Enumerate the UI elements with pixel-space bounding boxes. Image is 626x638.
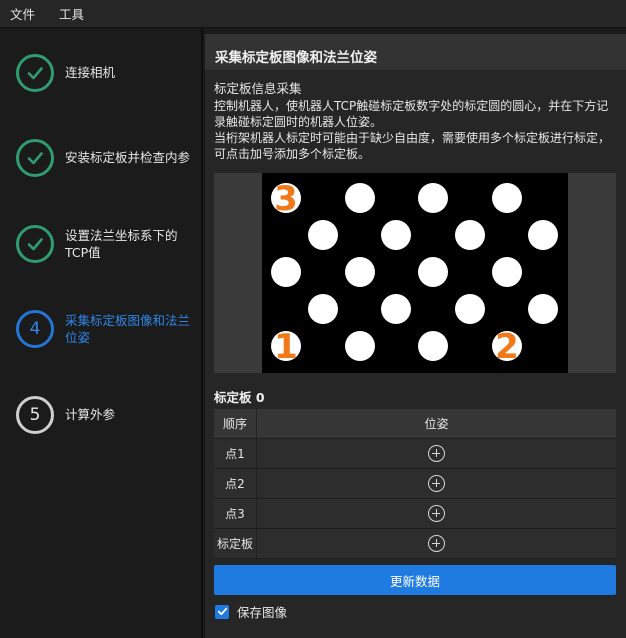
board-circle <box>455 294 485 324</box>
marker-label-1: 1 <box>274 327 298 367</box>
row-index: 标定板 <box>214 529 257 558</box>
step-done-icon <box>16 54 54 92</box>
row-index: 点2 <box>214 469 257 498</box>
table-row: 点2 <box>214 469 616 499</box>
add-pose-icon[interactable] <box>428 475 445 492</box>
board-circle <box>381 294 411 324</box>
panel-header: 采集标定板图像和法兰位姿 <box>205 28 626 70</box>
step-label: 计算外参 <box>65 407 116 422</box>
board-circle <box>418 183 448 213</box>
add-pose-icon[interactable] <box>428 445 445 462</box>
board-circle <box>418 257 448 287</box>
board-circle <box>308 294 338 324</box>
table-row: 点3 <box>214 499 616 529</box>
row-pose <box>257 439 616 468</box>
checkmark-icon <box>217 607 227 616</box>
table-row: 标定板 <box>214 529 616 559</box>
instructions: 控制机器人，使机器人TCP触碰标定板数字处的标定圆的圆心，并在下方记录触碰标定圆… <box>214 98 618 162</box>
save-image-label: 保存图像 <box>237 605 288 620</box>
board-circle <box>528 294 558 324</box>
step-label: 安装标定板并检查内参 <box>65 150 191 165</box>
add-pose-icon[interactable] <box>428 505 445 522</box>
section-label: 标定板信息采集 <box>214 81 302 96</box>
main-panel: 采集标定板图像和法兰位姿 标定板信息采集 控制机器人，使机器人TCP触碰标定板数… <box>205 28 626 638</box>
menu-file[interactable]: 文件 <box>10 4 35 23</box>
table-title: 标定板 0 <box>214 390 265 405</box>
step-label: 采集标定板图像和法兰位姿 <box>65 313 191 345</box>
table-row: 点1 <box>214 439 616 469</box>
marker-label-3: 3 <box>274 179 298 219</box>
board-circle <box>345 331 375 361</box>
step-number-icon: 5 <box>16 396 54 434</box>
marker-label-2: 2 <box>495 327 519 367</box>
add-board-icon[interactable] <box>428 535 445 552</box>
checkmark-icon <box>27 152 43 165</box>
steps-sidebar: 连接相机 安装标定板并检查内参 设置法兰坐标系下的TCP值 4 采集标定板图像和… <box>0 28 203 638</box>
step-compute-extrinsics[interactable]: 5 计算外参 <box>0 386 203 456</box>
menu-bar: 文件 工具 <box>0 0 626 28</box>
save-image-option[interactable]: 保存图像 <box>215 602 287 621</box>
step-done-icon <box>16 139 54 177</box>
row-index: 点1 <box>214 439 257 468</box>
instruction-line: 当桁架机器人标定时可能由于缺少自由度，需要使用多个标定板进行标定，可点击加号添加… <box>214 131 611 161</box>
row-pose <box>257 469 616 498</box>
step-connect-camera[interactable]: 连接相机 <box>0 44 203 114</box>
checkmark-icon <box>27 238 43 251</box>
board-circle <box>492 183 522 213</box>
header-pose: 位姿 <box>424 417 449 431</box>
board-circle <box>345 183 375 213</box>
board-circle <box>528 220 558 250</box>
save-image-checkbox[interactable] <box>215 604 229 619</box>
step-done-icon <box>16 225 54 263</box>
checkmark-icon <box>27 67 43 80</box>
row-index: 点3 <box>214 499 257 528</box>
step-set-tcp[interactable]: 设置法兰坐标系下的TCP值 <box>0 215 203 285</box>
menu-tools[interactable]: 工具 <box>59 4 84 23</box>
step-label: 连接相机 <box>65 65 116 80</box>
pose-table: 顺序 位姿 点1 点2 点3 标定板 <box>214 409 616 559</box>
board-circle <box>271 257 301 287</box>
calibration-board: 3 1 2 <box>262 173 568 373</box>
step-capture-pose[interactable]: 4 采集标定板图像和法兰位姿 <box>0 300 203 370</box>
row-pose <box>257 499 616 528</box>
board-circle <box>492 257 522 287</box>
step-install-board[interactable]: 安装标定板并检查内参 <box>0 129 203 199</box>
step-number: 4 <box>29 319 41 339</box>
calibration-board-image: 3 1 2 <box>214 173 616 373</box>
panel-title: 采集标定板图像和法兰位姿 <box>215 50 377 66</box>
header-index: 顺序 <box>214 409 257 438</box>
row-pose <box>257 529 616 558</box>
update-data-button[interactable]: 更新数据 <box>214 565 616 595</box>
step-number-icon: 4 <box>16 310 54 348</box>
instruction-line: 控制机器人，使机器人TCP触碰标定板数字处的标定圆的圆心，并在下方记录触碰标定圆… <box>214 99 609 129</box>
step-label: 设置法兰坐标系下的TCP值 <box>65 228 178 260</box>
board-circle <box>345 257 375 287</box>
table-header-row: 顺序 位姿 <box>214 409 616 439</box>
board-circle <box>418 331 448 361</box>
board-circle <box>308 220 338 250</box>
board-circle <box>455 220 485 250</box>
board-circle <box>381 220 411 250</box>
board-background <box>262 173 568 373</box>
step-number: 5 <box>29 405 41 425</box>
